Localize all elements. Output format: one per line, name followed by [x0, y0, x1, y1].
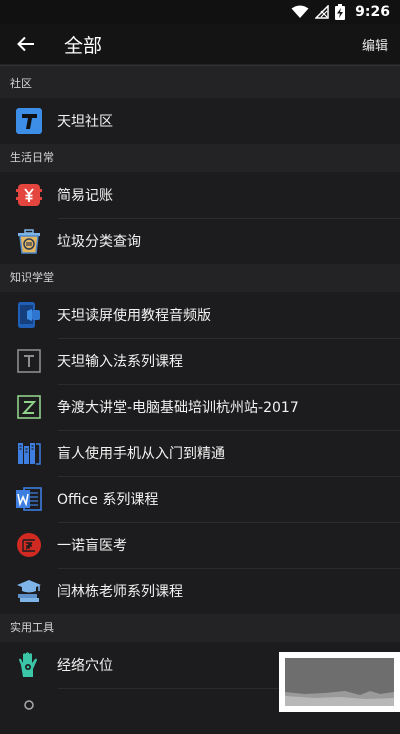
list-item-simple-ledger[interactable]: 简易记账: [0, 172, 400, 218]
section-header-daily-life: 生活日常: [0, 144, 400, 172]
item-label: 经络穴位: [57, 658, 113, 674]
list-item-input-method-course[interactable]: 天坦输入法系列课程: [0, 338, 400, 384]
item-label: 简易记账: [57, 188, 113, 204]
item-label: 垃圾分类查询: [57, 234, 141, 250]
acupoint-hand-icon: [14, 650, 44, 680]
section-header-community: 社区: [0, 70, 400, 98]
list-item-blind-phone-course[interactable]: 盲人使用手机从入门到精通: [0, 430, 400, 476]
word-doc-icon: [14, 484, 44, 514]
floating-preview[interactable]: [279, 652, 400, 712]
item-label: 盲人使用手机从入门到精通: [57, 446, 225, 462]
item-label: 天坦读屏使用教程音频版: [57, 308, 211, 324]
section-header-tools: 实用工具: [0, 614, 400, 642]
tiantan-t-icon: [14, 106, 44, 136]
bookshelf-icon: [14, 438, 44, 468]
battery-charging-icon: [335, 4, 346, 20]
z-box-icon: [14, 392, 44, 422]
app-list: 社区 天坦社区 生活日常 简易记账 垃圾分类查询 知识学堂 天坦读屏使用教程音频…: [0, 70, 400, 734]
item-label: 天坦输入法系列课程: [57, 354, 183, 370]
list-item-yan-lindong-course[interactable]: 闫林栋老师系列课程: [0, 568, 400, 614]
list-item-screen-reader-audio[interactable]: 天坦读屏使用教程音频版: [0, 292, 400, 338]
trash-bin-icon: [14, 226, 44, 256]
arrow-left-icon: [17, 36, 34, 52]
wifi-icon: [291, 5, 309, 19]
status-bar: 9:26: [0, 0, 400, 24]
phone-audio-icon: [14, 300, 44, 330]
item-label: 争渡大讲堂-电脑基础培训杭州站-2017: [57, 400, 299, 416]
list-item-tiantan-community[interactable]: 天坦社区: [0, 98, 400, 144]
item-label: 一诺盲医考: [57, 538, 127, 554]
no-signal-icon: [315, 5, 329, 19]
list-item-zhengdu-lecture[interactable]: 争渡大讲堂-电脑基础培训杭州站-2017: [0, 384, 400, 430]
list-item-garbage-sorting[interactable]: 垃圾分类查询: [0, 218, 400, 264]
item-label: 闫林栋老师系列课程: [57, 584, 183, 600]
app-bar: 全部 编辑: [0, 24, 400, 64]
back-button[interactable]: [0, 24, 52, 64]
list-item-yinuo-medical[interactable]: 一诺盲医考: [0, 522, 400, 568]
graduation-books-icon: [14, 576, 44, 606]
section-header-knowledge: 知识学堂: [0, 264, 400, 292]
t-box-icon: [14, 346, 44, 376]
item-label: 天坦社区: [57, 114, 113, 130]
clock: 9:26: [355, 4, 390, 20]
medical-badge-icon: [14, 530, 44, 560]
list-item-office-course[interactable]: Office 系列课程: [0, 476, 400, 522]
page-title: 全部: [64, 34, 103, 57]
edit-button[interactable]: 编辑: [362, 35, 388, 54]
partial-item-icon: [14, 696, 44, 726]
yen-ledger-icon: [14, 180, 44, 210]
item-label: Office 系列课程: [57, 492, 159, 508]
